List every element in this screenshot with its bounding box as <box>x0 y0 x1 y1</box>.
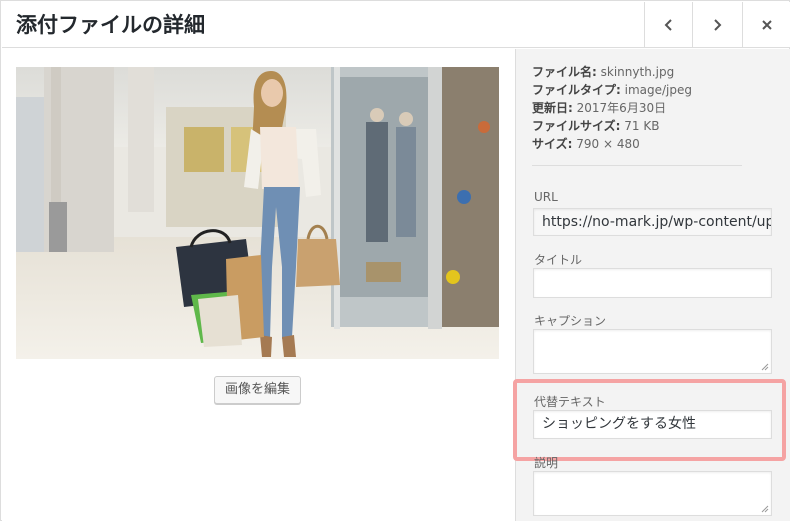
filesize-row: ファイルサイズ: 71 KB <box>532 119 660 133</box>
attachment-details-modal: 添付ファイルの詳細 画像を編集 ファイル名: skinnyth.jpg ファイル… <box>0 0 790 521</box>
modal-header: 添付ファイルの詳細 <box>2 2 790 48</box>
page-title: 添付ファイルの詳細 <box>16 13 205 37</box>
url-field[interactable]: https://no-mark.jp/wp-content/upl <box>533 208 772 236</box>
previous-button[interactable] <box>644 2 692 48</box>
filetype-row: ファイルタイプ: image/jpeg <box>532 83 693 97</box>
url-label: URL <box>534 190 558 204</box>
dimensions-value: 790 × 480 <box>576 137 640 151</box>
caption-label: キャプション <box>534 314 607 328</box>
alt-text-input[interactable]: ショッピングをする女性 <box>533 410 772 439</box>
alt-text-label: 代替テキスト <box>534 395 606 409</box>
close-icon <box>761 20 772 30</box>
title-label: タイトル <box>534 253 583 267</box>
media-preview-area: 画像を編集 <box>2 49 515 521</box>
filesize-value: 71 KB <box>624 119 660 133</box>
shopping-woman-photo <box>16 67 499 359</box>
uploaded-row: 更新日: 2017年6月30日 <box>532 101 667 115</box>
resize-grip-icon[interactable] <box>761 505 769 513</box>
resize-grip-icon[interactable] <box>761 363 769 371</box>
uploaded-value: 2017年6月30日 <box>576 101 667 115</box>
next-button[interactable] <box>692 2 740 48</box>
filename-value: skinnyth.jpg <box>600 65 675 79</box>
divider <box>532 165 742 166</box>
close-button[interactable] <box>742 2 790 48</box>
filetype-value: image/jpeg <box>624 83 693 97</box>
edit-image-button[interactable]: 画像を編集 <box>214 376 302 404</box>
description-label: 説明 <box>534 456 559 470</box>
filename-row: ファイル名: skinnyth.jpg <box>532 65 675 79</box>
caption-textarea[interactable] <box>533 329 772 374</box>
attachment-image <box>16 67 499 359</box>
description-textarea[interactable] <box>533 471 772 516</box>
file-details: ファイル名: skinnyth.jpg ファイルタイプ: image/jpeg … <box>532 63 692 153</box>
chevron-right-icon <box>713 19 721 31</box>
dimensions-row: サイズ: 790 × 480 <box>532 137 640 151</box>
title-input[interactable] <box>533 268 772 298</box>
chevron-left-icon <box>664 19 672 31</box>
attachment-sidebar: ファイル名: skinnyth.jpg ファイルタイプ: image/jpeg … <box>513 49 790 521</box>
